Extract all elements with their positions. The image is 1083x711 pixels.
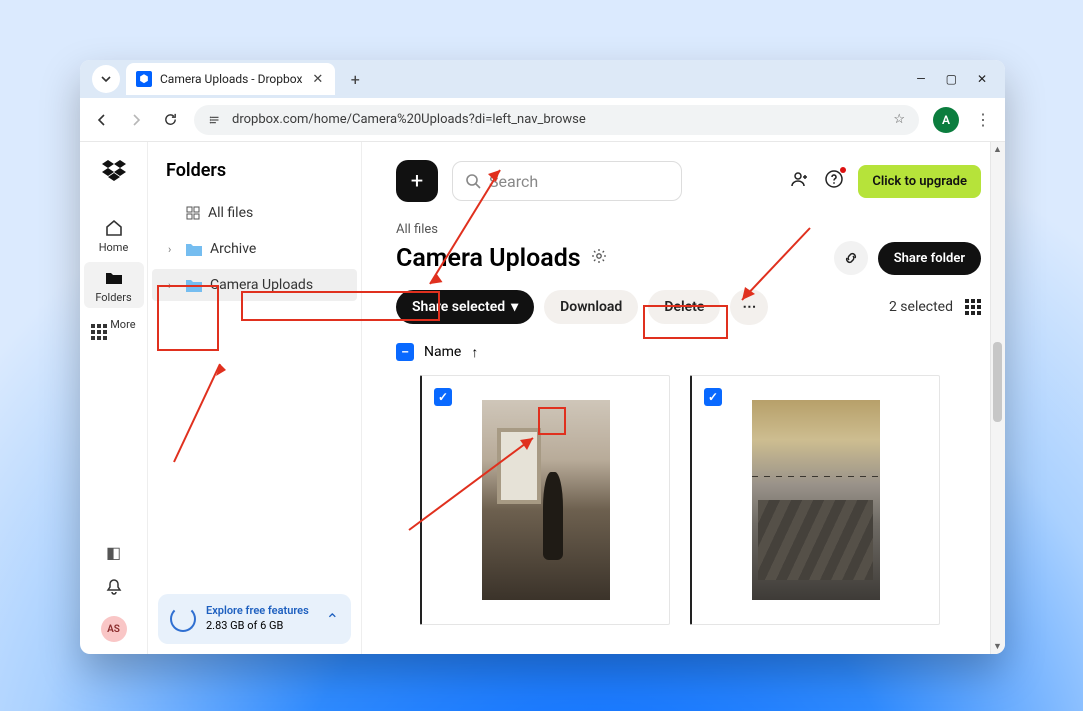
folders-heading: Folders [166,160,343,181]
file-card[interactable]: ✓ [420,375,670,625]
more-actions-button[interactable]: ⋯ [730,289,768,325]
scroll-up-icon[interactable]: ▲ [990,142,1005,157]
search-input[interactable]: Search [452,161,682,201]
rail-more[interactable]: More [84,312,144,347]
rail-folders[interactable]: Folders [84,262,144,308]
folder-settings-icon[interactable] [591,248,607,268]
folder-icon [186,278,202,292]
home-icon [104,218,124,238]
theme-icon[interactable]: ◧ [106,543,121,562]
notifications-icon[interactable] [105,578,123,600]
copy-link-button[interactable] [834,241,868,275]
chevron-down-icon: ▾ [511,299,518,315]
account-avatar[interactable]: AS [101,616,127,642]
dropbox-logo[interactable] [102,156,126,186]
browser-profile-avatar[interactable]: A [933,107,959,133]
all-files-icon [186,206,200,220]
scrollbar[interactable]: ▲ ▼ [990,142,1005,654]
minimize-button[interactable]: — [916,72,925,86]
file-thumbnail [482,400,610,600]
address-bar[interactable]: dropbox.com/home/Camera%20Uploads?di=lef… [194,105,919,135]
new-tab-button[interactable]: + [343,67,367,91]
url-text: dropbox.com/home/Camera%20Uploads?di=lef… [232,112,586,127]
bookmark-icon[interactable]: ☆ [893,112,905,127]
sort-arrow-icon[interactable]: ↑ [471,344,478,361]
view-grid-icon[interactable] [965,299,981,315]
sidebar-camera-uploads[interactable]: › Camera Uploads [152,269,357,301]
help-icon[interactable] [824,169,844,193]
close-window-button[interactable]: ✕ [977,72,987,86]
browser-menu-button[interactable]: ⋮ [973,110,993,129]
forward-button[interactable] [126,112,146,128]
tab-title: Camera Uploads - Dropbox [160,72,302,86]
site-settings-icon [208,113,222,127]
invite-icon[interactable] [790,169,810,193]
file-checkbox[interactable]: ✓ [704,388,722,406]
table-header: – Name ↑ [396,343,981,361]
tab-list-button[interactable] [92,65,120,93]
file-checkbox[interactable]: ✓ [434,388,452,406]
sidebar-all-files[interactable]: All files [152,197,357,229]
file-card[interactable]: ✓ [690,375,940,625]
dropbox-favicon: ⬢ [136,71,152,87]
progress-ring-icon [170,606,196,632]
folder-icon [186,242,202,256]
storage-promo[interactable]: Explore free features 2.83 GB of 6 GB ⌃ [158,594,351,644]
browser-toolbar: dropbox.com/home/Camera%20Uploads?di=lef… [80,98,1005,142]
download-button[interactable]: Download [544,290,638,324]
close-tab-icon[interactable]: ✕ [310,72,325,87]
window-titlebar: ⬢ Camera Uploads - Dropbox ✕ + — ▢ ✕ [80,60,1005,98]
column-name[interactable]: Name [424,344,461,360]
scroll-thumb[interactable] [993,342,1002,422]
share-folder-button[interactable]: Share folder [878,242,981,275]
folder-sidebar: Folders All files › Archive › Camera Upl… [148,142,362,654]
main-area: + Search Click to upgrade All files Came… [362,142,1005,654]
delete-button[interactable]: Delete [648,290,720,324]
browser-tab[interactable]: ⬢ Camera Uploads - Dropbox ✕ [126,63,335,95]
left-rail: Home Folders More ◧ AS [80,142,148,654]
selected-count: 2 selected [889,299,953,315]
search-icon [465,173,481,189]
select-all-checkbox[interactable]: – [396,343,414,361]
maximize-button[interactable]: ▢ [946,72,957,86]
upgrade-button[interactable]: Click to upgrade [858,165,981,198]
apps-grid-icon [91,324,107,340]
back-button[interactable] [92,112,112,128]
share-selected-button[interactable]: Share selected ▾ [396,290,534,324]
rail-home[interactable]: Home [84,212,144,258]
scroll-down-icon[interactable]: ▼ [990,639,1005,654]
sidebar-archive[interactable]: › Archive [152,233,357,265]
chevron-up-icon: ⌃ [326,610,339,629]
create-button[interactable]: + [396,160,438,202]
folder-icon [104,268,124,288]
page-title: Camera Uploads [396,244,581,273]
reload-button[interactable] [160,112,180,127]
breadcrumb[interactable]: All files [396,222,981,237]
file-thumbnail [752,400,880,600]
